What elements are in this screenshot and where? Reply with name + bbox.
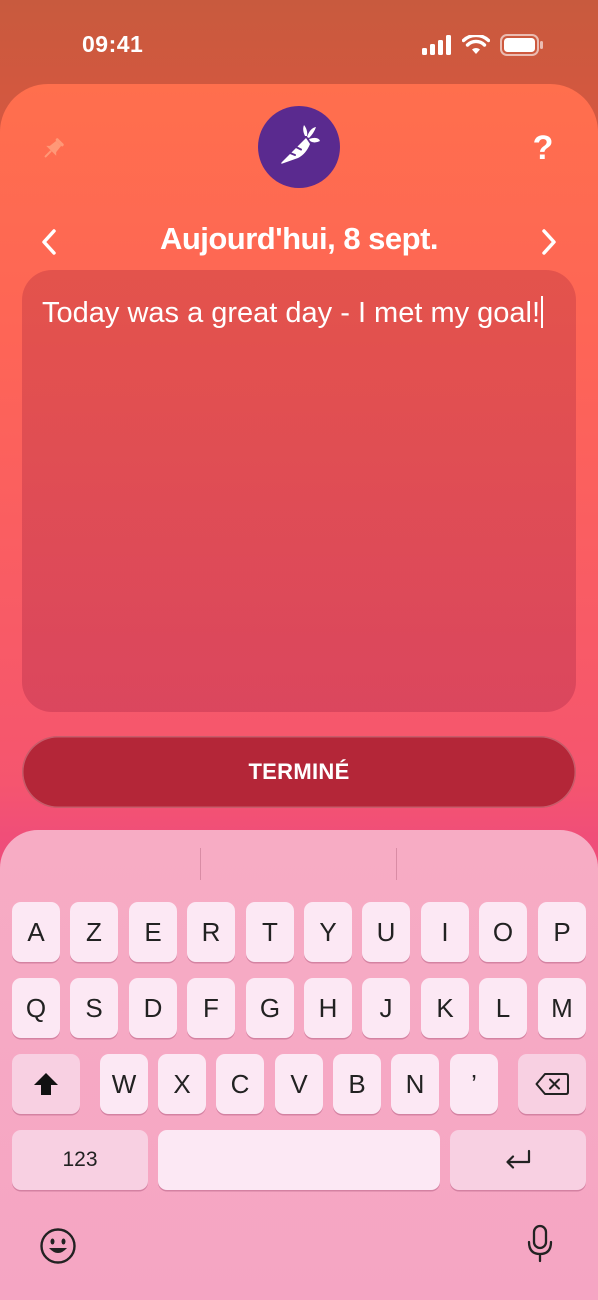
key-k[interactable]: K bbox=[421, 978, 469, 1038]
carrot-icon bbox=[281, 125, 320, 164]
key-o[interactable]: O bbox=[479, 902, 527, 962]
key-d[interactable]: D bbox=[129, 978, 177, 1038]
key-p[interactable]: P bbox=[538, 902, 586, 962]
pin-button[interactable] bbox=[36, 132, 70, 166]
microphone-button[interactable] bbox=[520, 1224, 560, 1264]
chevron-right-icon bbox=[542, 229, 556, 255]
app-logo bbox=[258, 106, 340, 188]
shift-key[interactable] bbox=[12, 1054, 80, 1114]
wifi-icon bbox=[462, 35, 490, 54]
prediction-separator bbox=[200, 848, 201, 880]
text-caret bbox=[541, 296, 544, 328]
key-n[interactable]: N bbox=[391, 1054, 439, 1114]
keyboard: A Z E R T Y U I O P Q S D F G H J K L M … bbox=[0, 830, 598, 1300]
key-w[interactable]: W bbox=[100, 1054, 148, 1114]
note-text-wrapper: Today was a great day - I met my goal! bbox=[42, 294, 556, 332]
status-time: 09:41 bbox=[82, 31, 144, 57]
key-j[interactable]: J bbox=[362, 978, 410, 1038]
key-apostrophe[interactable]: ’ bbox=[450, 1054, 498, 1114]
key-f[interactable]: F bbox=[187, 978, 235, 1038]
key-b[interactable]: B bbox=[333, 1054, 381, 1114]
key-x[interactable]: X bbox=[158, 1054, 206, 1114]
signal-icon bbox=[422, 35, 451, 55]
emoji-button[interactable] bbox=[38, 1226, 78, 1266]
note-text-area[interactable]: Today was a great day - I met my goal! bbox=[22, 270, 576, 712]
key-m[interactable]: M bbox=[538, 978, 586, 1038]
key-r[interactable]: R bbox=[187, 902, 235, 962]
status-bar: 09:41 bbox=[0, 0, 598, 86]
key-v[interactable]: V bbox=[275, 1054, 323, 1114]
return-icon bbox=[506, 1149, 531, 1169]
note-text: Today was a great day - I met my goal! bbox=[42, 297, 541, 329]
key-t[interactable]: T bbox=[246, 902, 294, 962]
backspace-key[interactable] bbox=[518, 1054, 586, 1114]
key-u[interactable]: U bbox=[362, 902, 410, 962]
key-y[interactable]: Y bbox=[304, 902, 352, 962]
battery-icon bbox=[500, 34, 543, 56]
key-e[interactable]: E bbox=[129, 902, 177, 962]
pin-icon bbox=[44, 138, 64, 158]
done-button[interactable]: TERMINÉ bbox=[22, 736, 576, 808]
shift-icon bbox=[34, 1073, 58, 1095]
prediction-separator bbox=[396, 848, 397, 880]
status-icons bbox=[422, 34, 544, 56]
date-title: Aujourd'hui, 8 sept. bbox=[159, 221, 439, 256]
microphone-icon bbox=[527, 1224, 553, 1263]
key-h[interactable]: H bbox=[304, 978, 352, 1038]
key-q[interactable]: Q bbox=[12, 978, 60, 1038]
key-z[interactable]: Z bbox=[70, 902, 118, 962]
key-a[interactable]: A bbox=[12, 902, 60, 962]
chevron-left-icon bbox=[42, 229, 56, 255]
key-s[interactable]: S bbox=[70, 978, 118, 1038]
previous-day-button[interactable] bbox=[32, 222, 66, 262]
help-button[interactable]: ? bbox=[526, 128, 560, 168]
next-day-button[interactable] bbox=[532, 222, 566, 262]
emoji-icon bbox=[40, 1228, 76, 1264]
key-c[interactable]: C bbox=[216, 1054, 264, 1114]
key-i[interactable]: I bbox=[421, 902, 469, 962]
key-g[interactable]: G bbox=[246, 978, 294, 1038]
backspace-icon bbox=[535, 1073, 569, 1095]
return-key[interactable] bbox=[450, 1130, 586, 1190]
key-l[interactable]: L bbox=[479, 978, 527, 1038]
numbers-key[interactable]: 123 bbox=[12, 1130, 148, 1190]
space-key[interactable] bbox=[158, 1130, 440, 1190]
